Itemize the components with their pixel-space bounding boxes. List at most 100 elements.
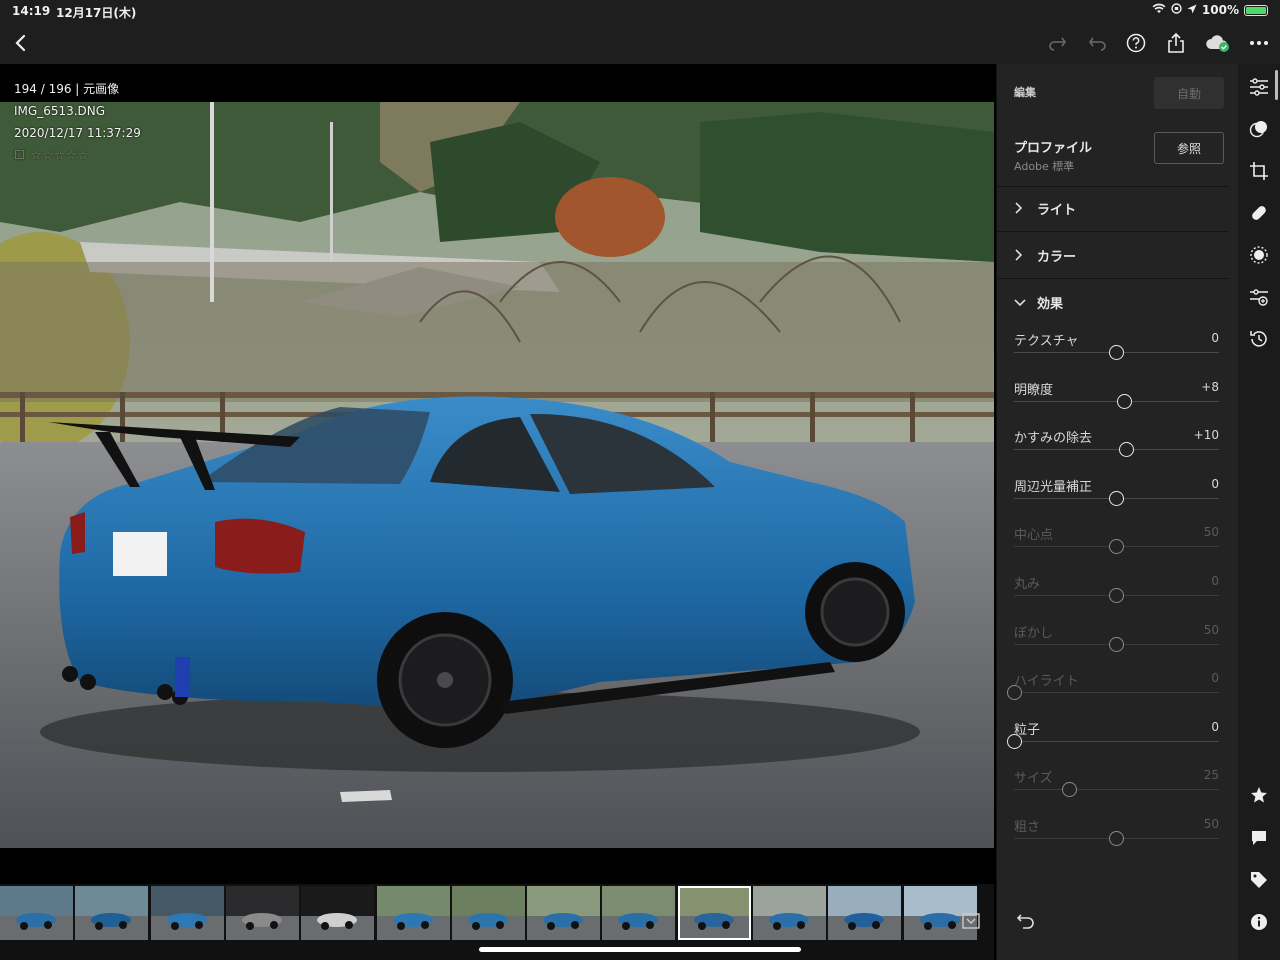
effect-slider[interactable]: 中心点 50 — [1014, 524, 1219, 572]
slider-track[interactable] — [1014, 449, 1219, 451]
slider-label: ぼかし — [1014, 625, 1054, 641]
section-light-label: ライト — [1037, 202, 1077, 218]
filmstrip-thumbnail[interactable] — [301, 886, 375, 940]
cloud-sync-icon[interactable] — [1205, 30, 1231, 56]
section-light[interactable]: ライト — [1014, 197, 1076, 219]
effect-slider[interactable]: 周辺光量補正 0 — [1014, 476, 1219, 524]
slider-value: +8 — [1201, 379, 1219, 394]
main-photo[interactable] — [0, 102, 994, 848]
chevron-right-icon — [1014, 249, 1028, 261]
effect-slider[interactable]: 粒子 0 — [1006, 719, 1219, 767]
slider-label: 中心点 — [1014, 528, 1054, 544]
slider-label: かすみの除去 — [1014, 431, 1093, 447]
home-indicator — [479, 947, 801, 952]
slider-value: 0 — [1211, 671, 1219, 686]
effect-slider[interactable]: ハイライト 0 — [1006, 670, 1219, 718]
orientation-lock-icon — [1171, 3, 1182, 17]
healing-icon[interactable] — [1248, 202, 1270, 224]
slider-label: ハイライト — [1014, 674, 1079, 690]
profile-label: プロファイル — [1014, 141, 1093, 156]
comment-icon[interactable] — [1248, 827, 1270, 849]
back-icon[interactable] — [8, 30, 34, 56]
section-effects[interactable]: 効果 — [1014, 291, 1063, 313]
status-time: 14:19 — [12, 4, 51, 18]
status-date: 12月17日(木) — [56, 6, 137, 20]
filmstrip-thumbnail[interactable] — [75, 886, 149, 940]
photo-counter: 194 / 196 | 元画像 — [14, 82, 120, 96]
slider-knob[interactable] — [1119, 442, 1135, 458]
filmstrip-thumbnail[interactable] — [225, 886, 299, 940]
effect-slider[interactable]: テクスチャ 0 — [1014, 330, 1219, 378]
filmstrip-thumbnail[interactable] — [527, 886, 601, 940]
edit-sliders-icon[interactable] — [1248, 76, 1270, 98]
section-color[interactable]: カラー — [1014, 244, 1076, 266]
slider-label: 丸み — [1014, 577, 1041, 592]
battery-icon — [1244, 4, 1268, 16]
undo-icon[interactable] — [1085, 30, 1111, 56]
filmstrip-thumbnail[interactable] — [677, 886, 751, 940]
slider-knob[interactable] — [1109, 636, 1124, 652]
slider-knob[interactable] — [1109, 490, 1124, 506]
slider-knob[interactable] — [1006, 733, 1022, 749]
slider-value: 50 — [1203, 525, 1219, 540]
slider-track[interactable] — [1014, 789, 1219, 791]
redo-icon[interactable] — [1044, 30, 1070, 56]
filmstrip-toggle-icon[interactable] — [958, 908, 984, 934]
slider-track[interactable] — [1014, 692, 1219, 694]
more-icon[interactable] — [1246, 30, 1272, 56]
masking-icon[interactable] — [1248, 244, 1270, 266]
reset-icon[interactable] — [1015, 910, 1037, 932]
divider — [997, 186, 1229, 187]
crop-icon[interactable] — [1248, 160, 1270, 182]
filmstrip-thumbnail[interactable] — [753, 886, 826, 940]
slider-knob[interactable] — [1109, 831, 1124, 846]
help-icon[interactable] — [1123, 30, 1149, 56]
slider-knob[interactable] — [1117, 393, 1133, 409]
filmstrip-thumbnail[interactable] — [602, 886, 676, 940]
slider-value: +10 — [1193, 428, 1219, 443]
photo-info-overlay: 194 / 196 | 元画像 IMG_6513.DNG 2020/12/17 … — [14, 78, 141, 166]
effect-slider[interactable]: 明瞭度 +8 — [1014, 379, 1219, 427]
effect-slider[interactable]: ぼかし 50 — [1014, 622, 1219, 670]
slider-value: 0 — [1211, 331, 1219, 345]
auto-button[interactable]: 自動 — [1154, 77, 1224, 109]
slider-label: 周辺光量補正 — [1014, 479, 1093, 495]
photo-datetime: 2020/12/17 11:37:29 — [14, 126, 141, 140]
star-icon[interactable] — [1248, 784, 1270, 806]
tag-icon[interactable] — [1248, 869, 1270, 891]
divider — [997, 231, 1229, 232]
versions-icon[interactable] — [1248, 286, 1270, 308]
slider-value: 0 — [1211, 719, 1219, 734]
slider-label: 粗さ — [1014, 820, 1041, 835]
filmstrip-thumbnail[interactable] — [451, 886, 525, 940]
share-icon[interactable] — [1163, 30, 1189, 56]
filmstrip-thumbnail[interactable] — [376, 886, 450, 940]
slider-track[interactable] — [1014, 740, 1219, 742]
history-icon[interactable] — [1248, 328, 1270, 350]
effect-slider[interactable]: かすみの除去 +10 — [1014, 427, 1219, 475]
filmstrip-thumbnail[interactable] — [0, 886, 73, 940]
chevron-right-icon — [1014, 202, 1028, 214]
panel-title: 編集 — [1014, 86, 1036, 99]
info-icon[interactable] — [1248, 911, 1270, 933]
tool-rail — [1238, 64, 1280, 960]
divider — [997, 278, 1229, 279]
slider-label: 明瞭度 — [1014, 382, 1054, 398]
slider-value: 50 — [1203, 817, 1219, 831]
effect-slider[interactable]: 丸み 0 — [1014, 573, 1219, 621]
photo-filename: IMG_6513.DNG — [14, 104, 106, 118]
slider-knob[interactable] — [1061, 782, 1077, 798]
browse-profile-button[interactable]: 参照 — [1154, 132, 1224, 164]
photo-viewer[interactable]: 194 / 196 | 元画像 IMG_6513.DNG 2020/12/17 … — [0, 64, 994, 884]
slider-knob[interactable] — [1109, 539, 1124, 555]
filmstrip-thumbnail[interactable] — [828, 886, 902, 940]
slider-knob[interactable] — [1006, 685, 1022, 701]
effect-slider[interactable]: サイズ 25 — [1014, 767, 1219, 815]
slider-knob[interactable] — [1109, 345, 1124, 360]
rating-stars[interactable]: ☐ ☆☆☆☆☆ — [14, 144, 141, 166]
filmstrip-thumbnail[interactable] — [150, 886, 224, 940]
effect-slider[interactable]: 粗さ 50 — [1014, 816, 1219, 864]
status-bar: 14:19 12月17日(木) 100% — [0, 0, 1280, 22]
presets-icon[interactable] — [1248, 118, 1270, 140]
slider-knob[interactable] — [1109, 588, 1124, 603]
